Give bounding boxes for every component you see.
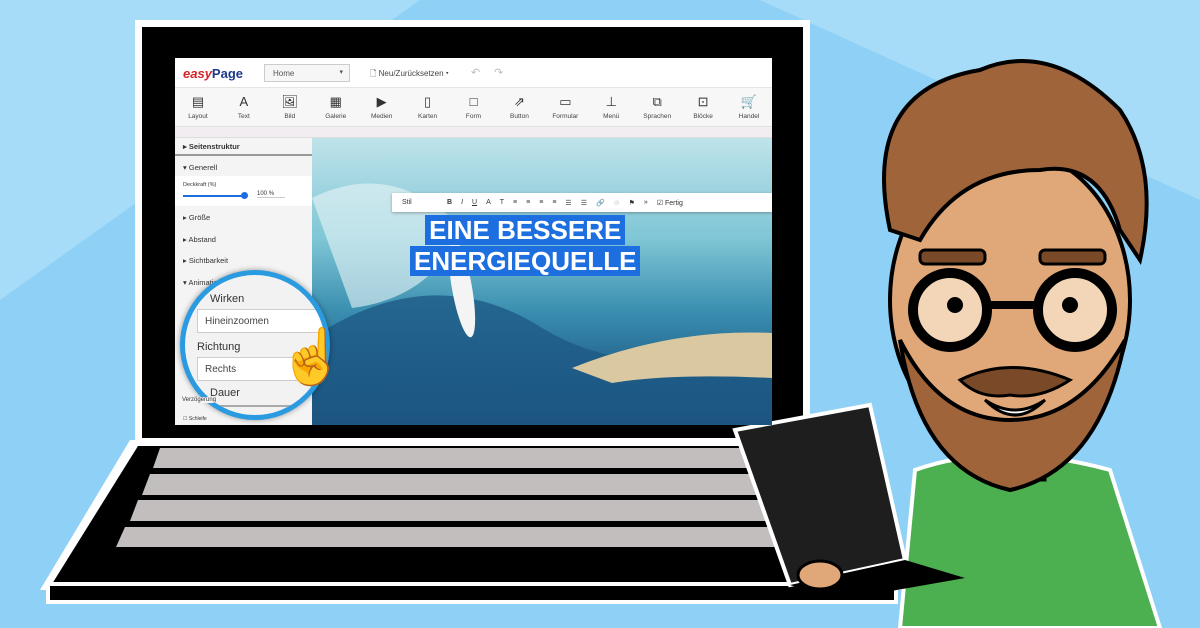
tool-text[interactable]: A Text [221, 88, 267, 126]
more-icon[interactable]: » [644, 199, 648, 206]
tool-handel[interactable]: 🛒 Handel [726, 88, 772, 126]
section-groesse[interactable]: ▸ Größe [183, 213, 210, 222]
headline-text[interactable]: EINE BESSERE ENERGIEQUELLE [410, 215, 641, 277]
tool-sprachen[interactable]: ⧉ Sprachen [634, 88, 680, 126]
sitemap-icon: ⊥ [605, 94, 617, 109]
opacity-label: Deckkraft (%) [183, 182, 217, 188]
opacity-slider[interactable] [183, 195, 245, 197]
align-left-icon[interactable]: ≡ [513, 199, 517, 206]
tool-form[interactable]: □ Form [451, 88, 497, 126]
link-icon[interactable]: 🔗 [596, 199, 605, 207]
opacity-slider-handle[interactable] [241, 192, 248, 199]
tool-galerie[interactable]: ▦ Galerie [313, 88, 359, 126]
insert-toolbar: ▤ Layout A Text 🖼 Bild ▦ Galerie ▶ Medien ▯ Karten □… [175, 88, 772, 127]
tool-medien[interactable]: ▶ Medien [359, 88, 405, 126]
form-icon: ▭ [559, 94, 572, 109]
section-sichtbarkeit[interactable]: ▸ Sichtbarkeit [183, 256, 228, 265]
done-button[interactable]: ☑ Fertig [657, 199, 683, 207]
flag-icon[interactable]: ⚑ [629, 199, 635, 207]
map-icon: ▯ [423, 94, 432, 109]
tool-blöcke[interactable]: ⊡ Blöcke [680, 88, 726, 126]
top-bar: easyPage Home 🗋 Neu/Zurücksetzen ▾ ↶ ↷ [175, 58, 772, 88]
align-center-icon[interactable]: ≡ [526, 199, 530, 206]
page-canvas[interactable]: Stil B I U A T ≡ ≡ ≡ ≡ ☰ ☰ 🔗 ⊘ ⚑ » ☑ Fertig EINE B… [312, 138, 772, 425]
shape-icon: □ [469, 94, 478, 109]
undo-icon[interactable]: ↶ [471, 66, 480, 79]
clear-format-icon[interactable]: T [500, 199, 504, 206]
bold-button[interactable]: B [447, 199, 452, 206]
unlink-icon[interactable]: ⊘ [614, 199, 620, 207]
easypage-logo: easyPage [183, 66, 243, 81]
blocks-icon: ⊡ [697, 94, 709, 109]
ruler [175, 127, 772, 138]
reset-button[interactable]: 🗋 Neu/Zurücksetzen ▾ [370, 68, 449, 82]
section-abstand[interactable]: ▸ Abstand [183, 235, 216, 244]
tool-formular[interactable]: ▭ Formular [542, 88, 588, 126]
justify-icon[interactable]: ≡ [552, 199, 556, 206]
text-icon: A [239, 94, 249, 109]
language-icon: ⧉ [652, 94, 662, 109]
style-select[interactable]: Stil [402, 199, 438, 206]
cart-icon: 🛒 [740, 94, 758, 109]
share-icon: ⇗ [513, 94, 525, 109]
bullet-list-icon[interactable]: ☰ [581, 199, 587, 207]
image-icon: 🖼 [281, 94, 299, 109]
tool-karten[interactable]: ▯ Karten [405, 88, 451, 126]
ordered-list-icon[interactable]: ☰ [565, 199, 571, 207]
tool-layout[interactable]: ▤ Layout [175, 88, 221, 126]
align-right-icon[interactable]: ≡ [539, 199, 543, 206]
italic-button[interactable]: I [461, 199, 463, 206]
hand-pointer-icon: ☝ [277, 327, 346, 387]
surf-photo [312, 183, 772, 425]
redo-icon[interactable]: ↷ [494, 66, 503, 79]
tool-menü[interactable]: ⊥ Menü [588, 88, 634, 126]
tool-button[interactable]: ⇗ Button [496, 88, 542, 126]
tool-bild[interactable]: 🖼 Bild [267, 88, 313, 126]
opacity-input[interactable]: 100 % [257, 191, 285, 198]
section-generell[interactable]: ▾ Generell [183, 163, 217, 172]
divider [175, 154, 312, 156]
page-select[interactable]: Home [264, 64, 350, 82]
underline-button[interactable]: U [472, 199, 477, 206]
media-play-icon: ▶ [376, 94, 387, 109]
layout-icon: ▤ [191, 94, 205, 109]
section-seitenstruktur[interactable]: ▸ Seitenstruktur [183, 142, 240, 151]
text-color-icon[interactable]: A [486, 199, 491, 206]
gallery-icon: ▦ [329, 94, 342, 109]
loop-checkbox[interactable]: ☐ Schleife [183, 416, 207, 422]
text-format-toolbar: Stil B I U A T ≡ ≡ ≡ ≡ ☰ ☰ 🔗 ⊘ ⚑ » ☑ Fertig [392, 193, 772, 212]
delay-label: Verzögerung [181, 397, 218, 403]
